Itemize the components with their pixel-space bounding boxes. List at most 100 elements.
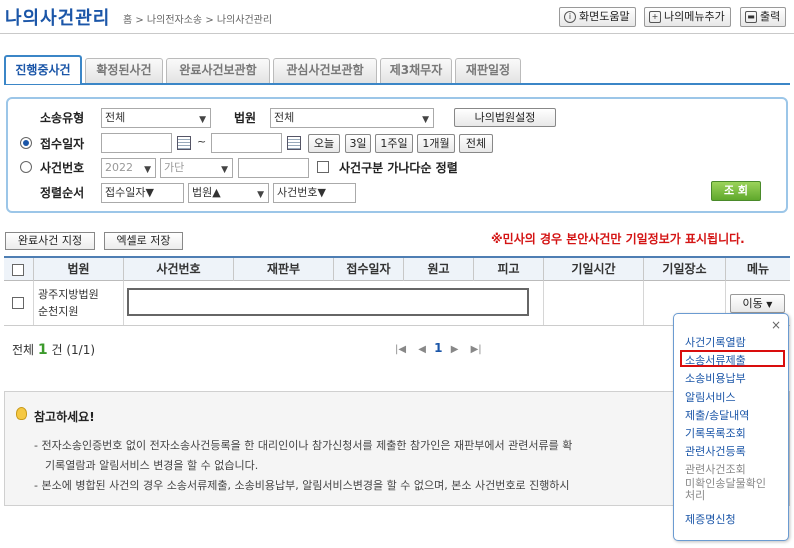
info-line-2: 기록열람과 알림서비스 변경을 할 수 없습니다.	[45, 459, 259, 472]
col-case-number: 사건번호	[123, 258, 233, 281]
court-value: 전체	[274, 111, 295, 124]
lawsuit-type-select[interactable]: 전체 ▼	[101, 108, 211, 128]
breadcrumb: 홈 > 나의전자소송 > 나의사건관리	[123, 15, 273, 26]
range-1week-button[interactable]: 1주일	[375, 134, 413, 153]
chevron-down-icon: ▼	[422, 115, 429, 125]
range-today-button[interactable]: 오늘	[308, 134, 340, 153]
tab-trial-schedule[interactable]: 재판일정	[455, 58, 521, 83]
row-case-info-box[interactable]	[127, 288, 529, 316]
case-sort-check-label: 사건구분 가나다순 정렬	[339, 161, 458, 175]
col-division: 재판부	[233, 258, 333, 281]
total-prefix: 전체	[12, 343, 35, 357]
search-button[interactable]: 조 회	[711, 181, 761, 201]
col-hearing-time: 기일시간	[543, 258, 643, 281]
menu-item-unconfirmed-delivery: 미확인송달물확인처리	[685, 477, 766, 502]
move-dropdown-menu: × 사건기록열람 소송서류제출 소송비용납부 알림서비스 제출/송달내역 기록목…	[673, 313, 789, 541]
cell-divider	[543, 281, 544, 325]
col-court: 법원	[33, 258, 123, 281]
select-all-checkbox[interactable]	[12, 264, 24, 276]
chevron-down-icon: ▼	[257, 190, 264, 200]
range-all-button[interactable]: 전체	[459, 134, 493, 153]
menu-item-submit-documents[interactable]: 소송서류제출	[685, 352, 746, 368]
row-checkbox[interactable]	[12, 297, 24, 309]
calendar-icon[interactable]	[287, 136, 301, 150]
col-plaintiff: 원고	[403, 258, 473, 281]
printer-icon: ▬	[745, 11, 757, 23]
year-select[interactable]: 2022 ▼	[101, 158, 156, 178]
close-icon[interactable]: ×	[771, 318, 781, 332]
folder-plus-icon: +	[649, 11, 661, 23]
complete-case-button[interactable]: 완료사건 지정	[5, 232, 95, 250]
court-select[interactable]: 전체 ▼	[270, 108, 434, 128]
chevron-down-icon: ▼	[144, 165, 151, 175]
sort-secondary-value: 법원▲	[192, 186, 221, 199]
range-3days-button[interactable]: 3일	[345, 134, 371, 153]
help-button[interactable]: i 화면도움말	[559, 7, 636, 27]
next-page-icon[interactable]: ▶	[451, 344, 459, 355]
case-number-input[interactable]	[238, 158, 309, 178]
add-menu-button-label: 나의메뉴추가	[664, 10, 725, 23]
caret-down-icon: ▼	[766, 300, 773, 309]
sort-primary-value: 접수일자▼	[105, 186, 154, 199]
lawsuit-type-label: 소송유형	[40, 111, 85, 125]
tab-in-progress[interactable]: 진행중사건	[4, 55, 82, 84]
case-kind-value: 가단	[164, 161, 185, 174]
menu-item-record-list[interactable]: 기록목록조회	[685, 425, 746, 441]
receipt-date-radio[interactable]	[20, 137, 32, 149]
col-defendant: 피고	[473, 258, 543, 281]
case-sort-checkbox[interactable]	[317, 161, 329, 173]
date-tilde: ~	[197, 135, 207, 148]
court-label: 법원	[234, 111, 257, 125]
row-court-line1: 광주지방법원	[38, 288, 99, 301]
menu-item-pay-fees[interactable]: 소송비용납부	[685, 370, 746, 386]
cell-divider	[643, 281, 644, 325]
tab-completed-archive[interactable]: 완료사건보관함	[166, 58, 270, 83]
menu-item-related-register[interactable]: 관련사건등록	[685, 443, 746, 459]
excel-save-button[interactable]: 엑셀로 저장	[104, 232, 183, 250]
tab-interest-archive[interactable]: 관심사건보관함	[273, 58, 377, 83]
sort-primary-select[interactable]: 접수일자▼	[101, 183, 184, 203]
cell-divider	[123, 281, 124, 325]
chevron-down-icon: ▼	[221, 165, 228, 175]
case-kind-select[interactable]: 가단 ▼	[160, 158, 233, 178]
current-page[interactable]: 1	[434, 341, 442, 355]
case-number-radio[interactable]	[20, 161, 32, 173]
date-to-input[interactable]	[211, 133, 282, 153]
col-menu: 메뉴	[725, 258, 790, 281]
year-value: 2022	[105, 161, 133, 174]
menu-item-alert-service[interactable]: 알림서비스	[685, 389, 736, 405]
total-suffix: 건 (1/1)	[51, 343, 96, 357]
search-panel: 소송유형 전체 ▼ 법원 전체 ▼ 나의법원설정 접수일자 ~ 오늘 3일 1주일 …	[6, 97, 788, 213]
total-count: 전체 1 건 (1/1)	[12, 341, 95, 358]
first-page-icon[interactable]: |◀	[395, 344, 406, 355]
case-number-label: 사건번호	[40, 161, 85, 175]
date-from-input[interactable]	[101, 133, 172, 153]
prev-page-icon[interactable]: ◀	[418, 344, 426, 355]
my-court-settings-button[interactable]: 나의법원설정	[454, 108, 556, 127]
calendar-icon[interactable]	[177, 136, 191, 150]
print-button[interactable]: ▬ 출력	[740, 7, 787, 27]
menu-item-certificate[interactable]: 제증명신청	[685, 511, 736, 527]
menu-item-submission-history[interactable]: 제출/송달내역	[685, 407, 749, 423]
info-icon: i	[564, 11, 576, 23]
page-header: 나의사건관리 홈 > 나의전자소송 > 나의사건관리 i 화면도움말 + 나의메…	[0, 0, 794, 34]
range-1month-button[interactable]: 1개월	[417, 134, 455, 153]
cell-divider	[33, 281, 34, 325]
row-court-line2: 순천지원	[38, 305, 79, 318]
print-button-label: 출력	[760, 10, 781, 23]
last-page-icon[interactable]: ▶|	[471, 344, 482, 355]
add-menu-button[interactable]: + 나의메뉴추가	[644, 7, 731, 27]
sort-secondary-select[interactable]: 법원▲ ▼	[188, 183, 269, 203]
tab-confirmed[interactable]: 확정된사건	[85, 58, 163, 83]
lawsuit-type-value: 전체	[105, 111, 126, 124]
notice-text: ※민사의 경우 본안사건만 기일정보가 표시됩니다.	[491, 232, 745, 246]
table-header: 법원 사건번호 재판부 접수일자 원고 피고 기일시간 기일장소 메뉴	[4, 256, 790, 281]
info-title: 참고하세요!	[34, 410, 95, 424]
sort-order-label: 정렬순서	[40, 186, 85, 200]
sort-tertiary-select[interactable]: 사건번호▼	[273, 183, 356, 203]
col-receipt-date: 접수일자	[333, 258, 403, 281]
menu-item-record-view[interactable]: 사건기록열람	[685, 334, 746, 350]
page-title: 나의사건관리	[5, 8, 111, 29]
tab-third-debtor[interactable]: 제3채무자	[380, 58, 452, 83]
row-move-button[interactable]: 이동 ▼	[730, 294, 785, 313]
